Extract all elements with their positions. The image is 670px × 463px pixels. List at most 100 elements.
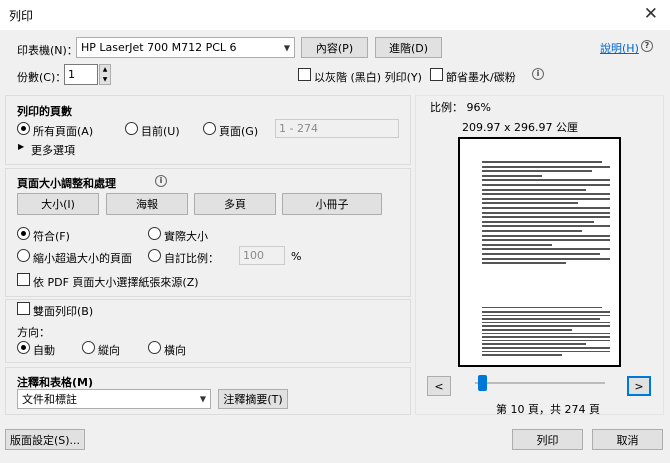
comments-select-value: 文件和標註	[22, 393, 77, 406]
preview-text-line	[482, 321, 610, 324]
spin-up-icon[interactable]: ▲	[100, 65, 110, 75]
choose-paper-label: 依 PDF 頁面大小選擇紙張來源(Z)	[33, 276, 199, 289]
preview-text-line	[482, 197, 610, 200]
close-icon[interactable]: ✕	[644, 4, 658, 24]
page-setup-button[interactable]: 版面設定(S)...	[5, 429, 85, 450]
preview-text-line	[482, 248, 610, 251]
actual-size-radio[interactable]	[148, 227, 161, 240]
pages-range-label: 頁面(G)	[219, 125, 259, 138]
comment-summary-button[interactable]: 注釋摘要(T)	[218, 389, 288, 409]
preview-text-line	[482, 243, 552, 246]
preview-text-line	[482, 161, 602, 163]
pages-range-input[interactable]: 1 - 274	[275, 119, 399, 138]
fit-radio[interactable]	[17, 227, 30, 240]
preview-text-line	[482, 211, 610, 214]
preview-text-line	[482, 314, 610, 317]
preview-text-line	[482, 234, 610, 237]
preview-text-line	[482, 170, 592, 173]
custom-scale-radio[interactable]	[148, 249, 161, 262]
preview-text-line	[482, 262, 566, 265]
poster-button[interactable]: 海報	[106, 193, 188, 215]
help-icon[interactable]: ?	[641, 40, 653, 52]
shrink-radio[interactable]	[17, 249, 30, 262]
preview-text-line	[482, 207, 610, 209]
advanced-button[interactable]: 進階(D)	[375, 37, 442, 58]
page-slider-thumb[interactable]	[478, 375, 487, 391]
chevron-down-icon: ▼	[199, 394, 206, 404]
preview-text-line	[482, 184, 610, 186]
preview-text-line	[482, 253, 600, 255]
info-icon[interactable]: i	[155, 175, 167, 187]
preview-text-line	[482, 174, 542, 177]
title-bar	[0, 0, 670, 30]
pages-section-title: 列印的頁數	[17, 105, 72, 118]
help-link[interactable]: 說明(H)	[600, 40, 639, 56]
preview-text-line	[482, 350, 610, 353]
window-title: 列印	[9, 9, 34, 23]
orientation-portrait-radio[interactable]	[82, 341, 95, 354]
more-options-link[interactable]: 更多選項	[31, 142, 75, 158]
preview-text-line	[482, 230, 582, 232]
preview-separator	[482, 307, 602, 308]
page-dimensions: 209.97 x 296.97 公厘	[462, 121, 578, 134]
preview-text-line	[482, 220, 594, 223]
print-button[interactable]: 列印	[512, 429, 583, 450]
sizing-section-title: 頁面大小調整和處理	[17, 177, 116, 190]
orientation-landscape-radio[interactable]	[148, 341, 161, 354]
pages-current-label: 目前(U)	[141, 125, 180, 138]
grayscale-label: 以灰階 (黑白) 列印(Y)	[314, 71, 422, 84]
next-page-button[interactable]: >	[627, 376, 651, 396]
copies-label: 份數(C)：	[17, 71, 67, 84]
duplex-checkbox[interactable]	[17, 302, 30, 315]
prev-page-button[interactable]: <	[427, 376, 451, 396]
scale-readout: 比例： 96%	[430, 101, 491, 114]
grayscale-checkbox[interactable]	[298, 68, 311, 81]
preview-text-line	[482, 332, 610, 335]
info-icon[interactable]: i	[532, 68, 544, 80]
preview-text-line	[482, 202, 578, 205]
page-slider-track[interactable]	[475, 382, 605, 384]
preview-text-line	[482, 179, 610, 182]
multiple-button[interactable]: 多頁	[194, 193, 276, 215]
preview-text-line	[482, 318, 600, 320]
choose-paper-checkbox[interactable]	[17, 273, 30, 286]
actual-size-label: 實際大小	[164, 230, 208, 243]
save-ink-label: 節省墨水/碳粉	[446, 71, 516, 84]
custom-scale-input[interactable]: 100	[239, 246, 285, 265]
size-button[interactable]: 大小(I)	[17, 193, 99, 215]
preview-text-line	[482, 188, 586, 191]
preview-text-line	[482, 329, 572, 331]
printer-select[interactable]: HP LaserJet 700 M712 PCL 6 ▼	[76, 37, 295, 58]
duplex-label: 雙面列印(B)	[33, 305, 94, 318]
orientation-auto-radio[interactable]	[17, 341, 30, 354]
preview-text-line	[482, 354, 562, 356]
preview-text-line	[482, 347, 610, 349]
properties-button[interactable]: 內容(P)	[301, 37, 368, 58]
spin-down-icon[interactable]: ▼	[100, 75, 110, 85]
printer-select-value: HP LaserJet 700 M712 PCL 6	[81, 41, 237, 54]
preview-text-line	[482, 225, 610, 228]
comments-select[interactable]: 文件和標註 ▼	[17, 389, 211, 409]
save-ink-checkbox[interactable]	[430, 68, 443, 81]
page-indicator: 第 10 頁，共 274 頁	[496, 403, 600, 416]
orientation-label: 方向：	[17, 326, 50, 339]
preview-text-line	[482, 216, 610, 219]
cancel-button[interactable]: 取消	[592, 429, 663, 450]
pages-range-radio[interactable]	[203, 122, 216, 135]
orientation-landscape-label: 橫向	[164, 344, 186, 357]
preview-text-line	[482, 165, 610, 168]
preview-text-line	[482, 311, 610, 313]
copies-input[interactable]: 1	[64, 64, 98, 85]
orientation-portrait-label: 縱向	[98, 344, 120, 357]
custom-scale-label: 自訂比例：	[164, 252, 219, 265]
preview-text-line	[482, 343, 586, 345]
pages-all-radio[interactable]	[17, 122, 30, 135]
copies-spinner[interactable]: ▲ ▼	[99, 64, 111, 85]
pages-all-label: 所有頁面(A)	[33, 125, 94, 138]
booklet-button[interactable]: 小冊子	[282, 193, 382, 215]
pages-current-radio[interactable]	[125, 122, 138, 135]
expand-icon[interactable]: ▶	[18, 142, 24, 151]
comments-section-title: 注釋和表格(M)	[17, 376, 94, 389]
preview-text-line	[482, 257, 610, 260]
printer-label: 印表機(N)：	[17, 44, 78, 57]
